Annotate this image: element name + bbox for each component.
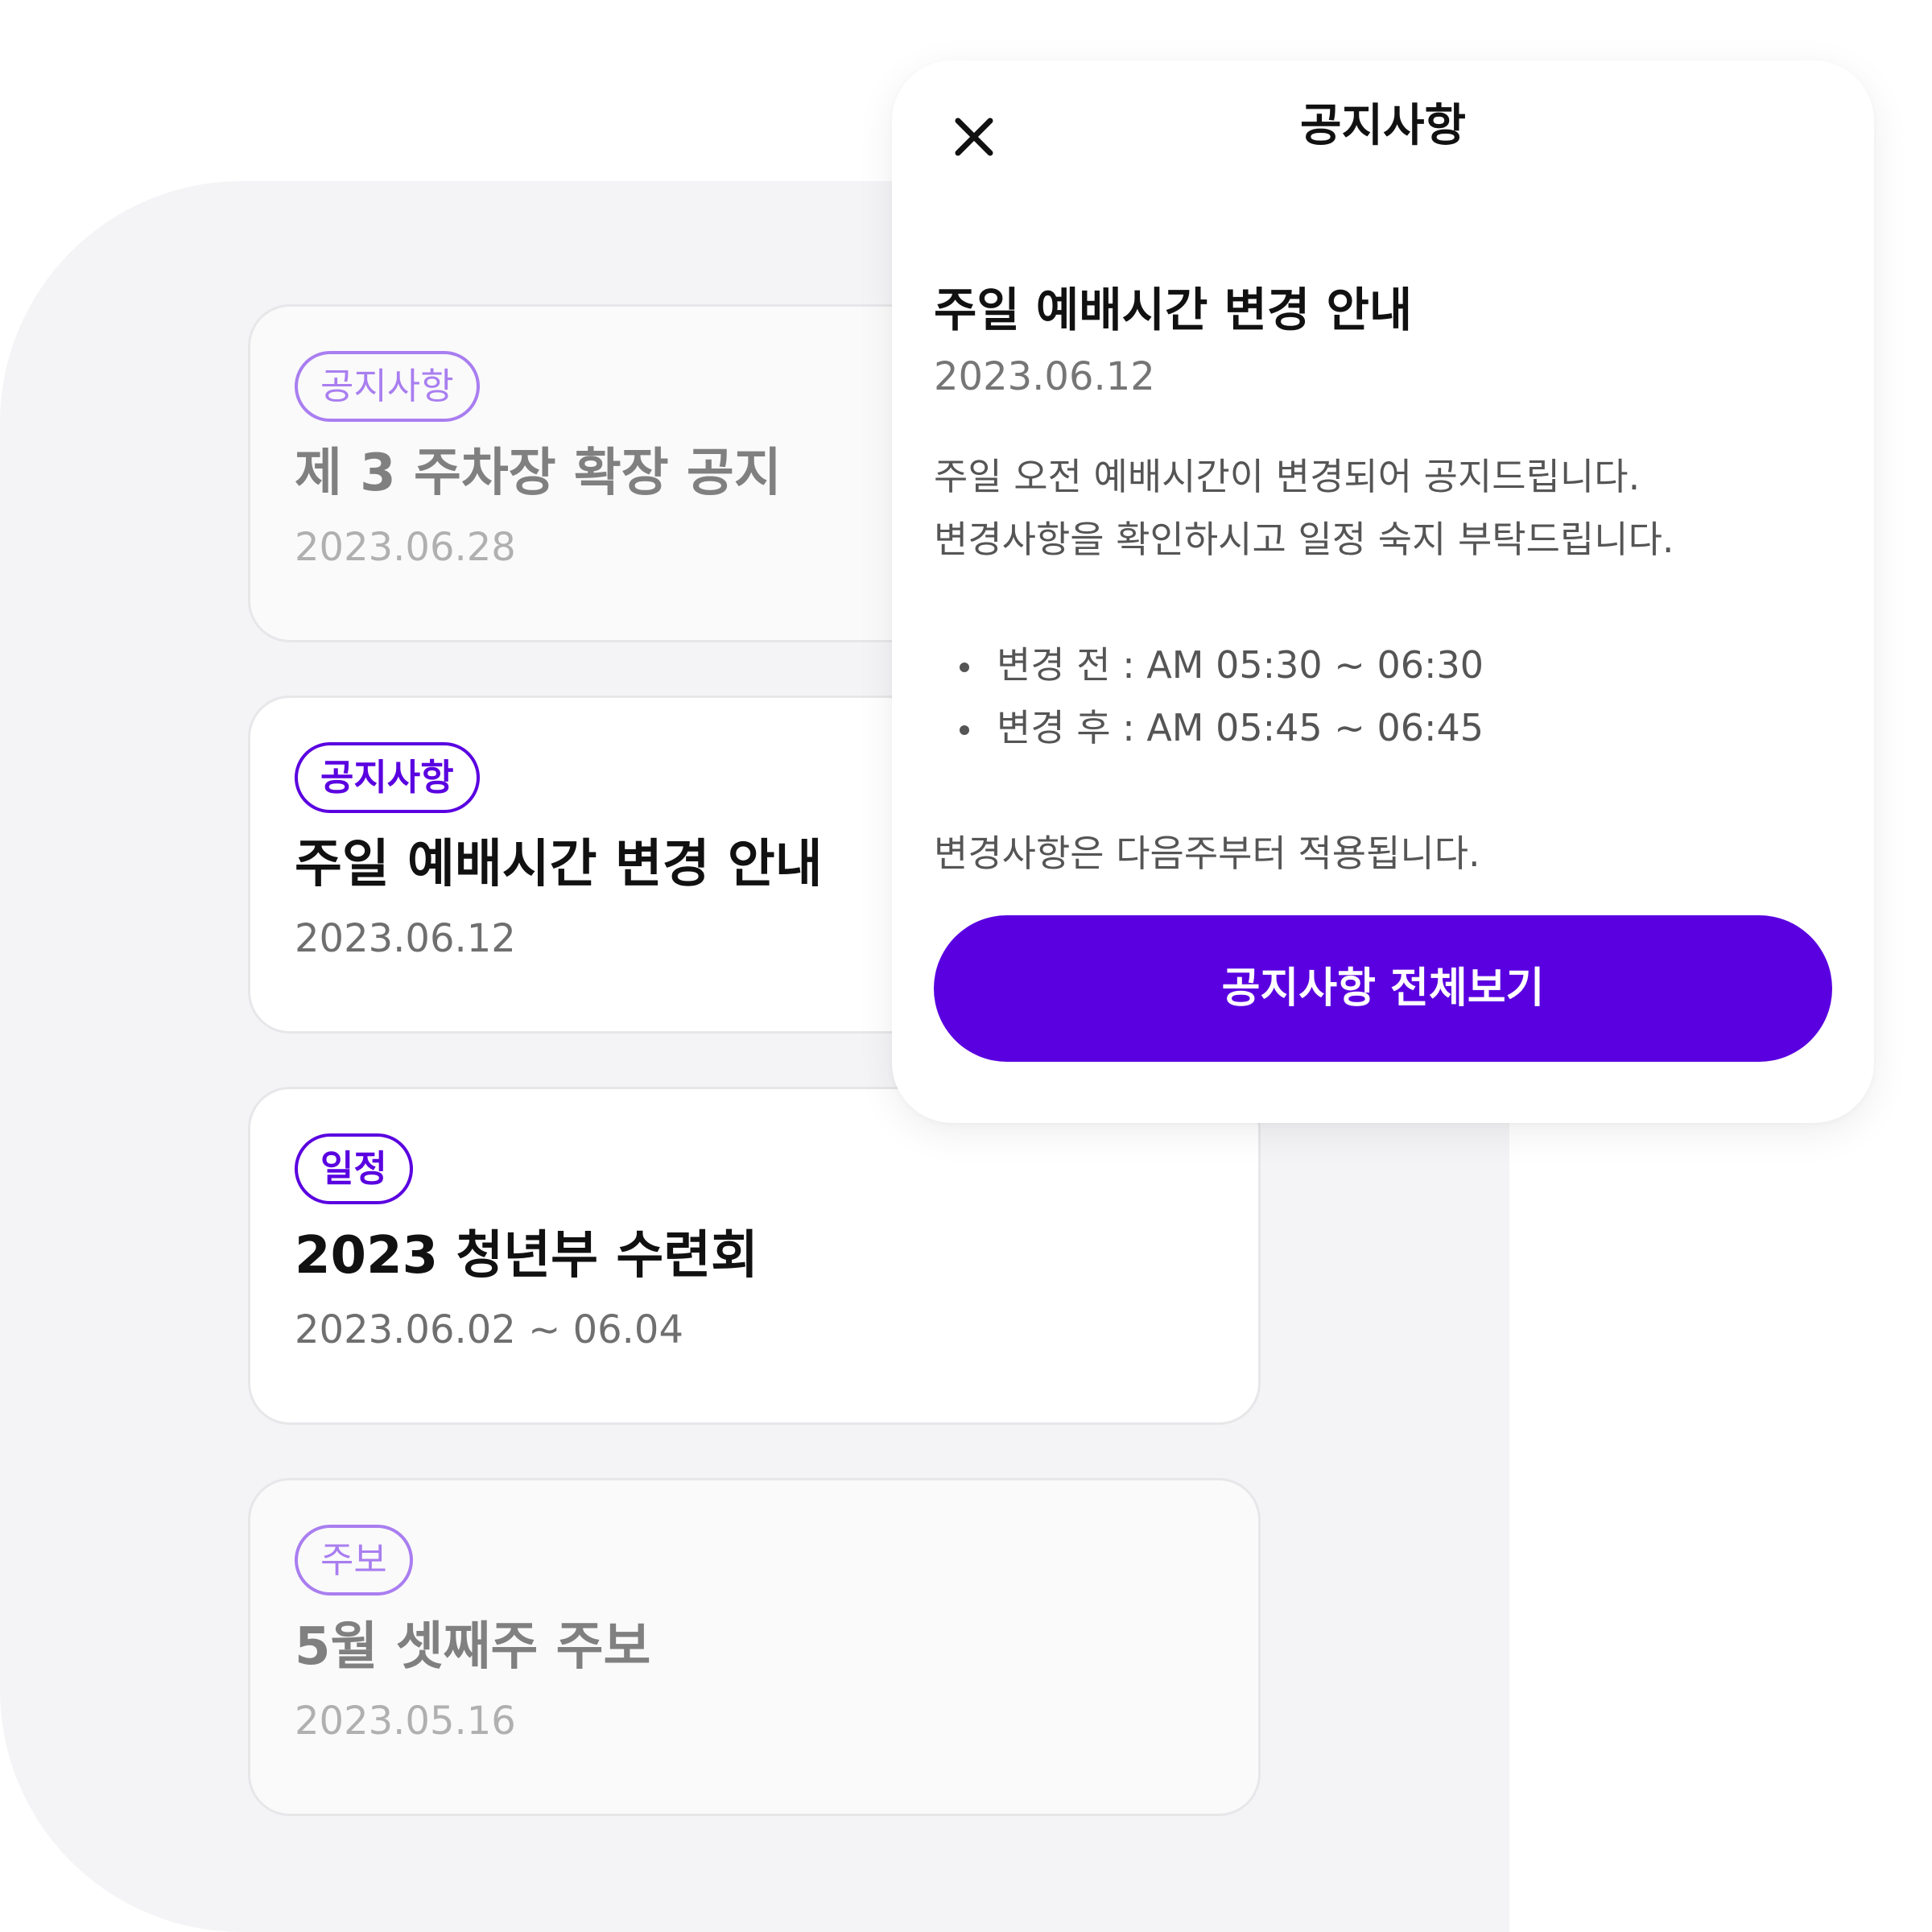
category-tag: 주보 <box>295 1525 413 1596</box>
notice-card[interactable]: 일정 2023 청년부 수련회 2023.06.02 ~ 06.04 <box>248 1087 1261 1425</box>
notice-card-title: 2023 청년부 수련회 <box>295 1226 758 1286</box>
notice-card[interactable]: 주보 5월 셋째주 주보 2023.05.16 <box>248 1478 1261 1816</box>
notice-body-line: 변경사항을 확인하시고 일정 숙지 부탁드립니다. <box>934 518 1674 561</box>
schedule-change-item: 변경 전 : AM 05:30 ~ 06:30 <box>934 634 1832 696</box>
notice-card-title: 5월 셋째주 주보 <box>295 1617 651 1677</box>
modal-header: 공지사항 <box>934 60 1832 201</box>
schedule-change-list: 변경 전 : AM 05:30 ~ 06:30 변경 후 : AM 05:45 … <box>934 634 1832 759</box>
notice-card-date: 2023.05.16 <box>295 1699 516 1744</box>
category-tag: 공지사항 <box>295 742 480 813</box>
notice-detail-modal: 공지사항 주일 예배시간 변경 안내 2023.06.12 주일 오전 예배시간… <box>892 60 1874 1123</box>
notice-date: 2023.06.12 <box>934 354 1155 399</box>
notice-card-date: 2023.06.02 ~ 06.04 <box>295 1307 683 1352</box>
modal-title: 공지사항 <box>1299 100 1467 152</box>
notice-title: 주일 예배시간 변경 안내 <box>934 283 1413 337</box>
notice-body-line: 주일 오전 예배시간이 변경되어 공지드립니다. <box>934 455 1641 498</box>
category-tag: 일정 <box>295 1133 413 1204</box>
notice-footnote: 변경사항은 다음주부터 적용됩니다. <box>934 832 1480 875</box>
category-tag: 공지사항 <box>295 351 480 422</box>
schedule-change-item: 변경 후 : AM 05:45 ~ 06:45 <box>934 696 1832 759</box>
view-all-notices-button[interactable]: 공지사항 전체보기 <box>934 915 1832 1062</box>
notice-body: 주일 오전 예배시간이 변경되어 공지드립니다. 변경사항을 확인하시고 일정 … <box>934 445 1832 885</box>
